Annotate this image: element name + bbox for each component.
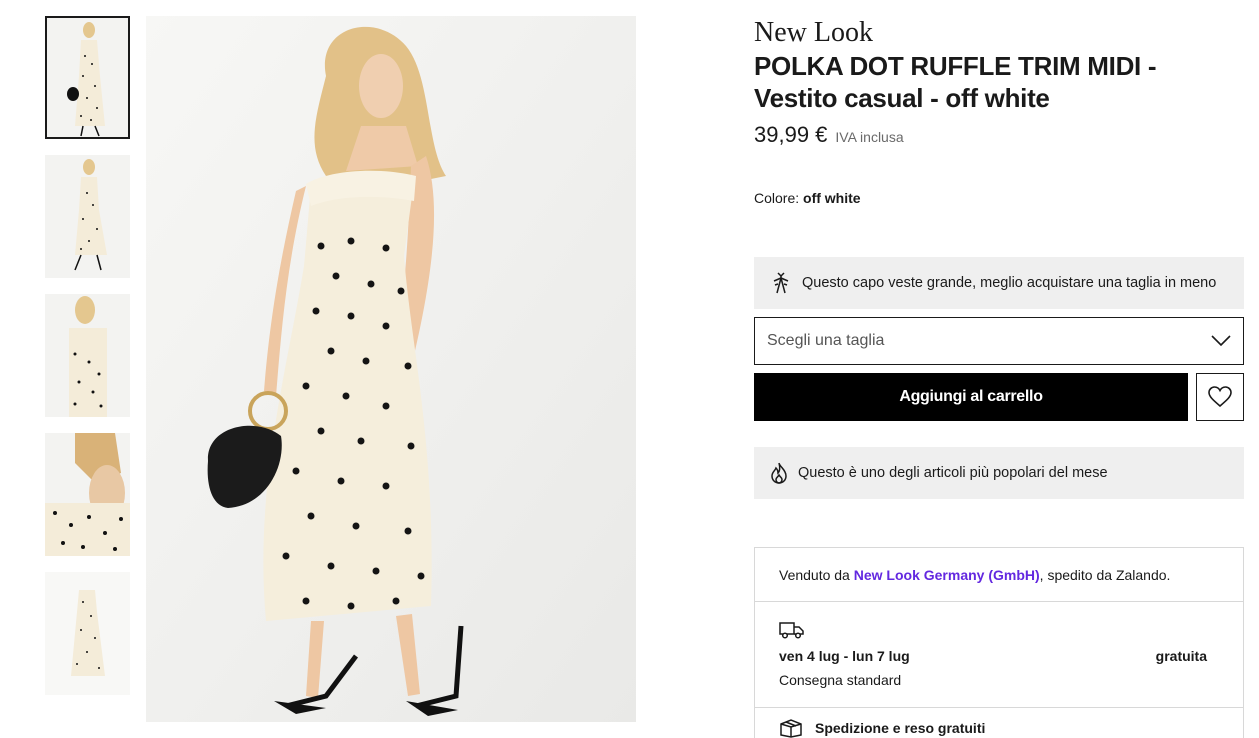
- thumbnail-4[interactable]: [45, 433, 130, 556]
- shipping-returns-row[interactable]: Spedizione e reso gratuiti: [755, 708, 1243, 738]
- seller-row: Venduto da New Look Germany (GmbH) , spe…: [755, 548, 1243, 602]
- price: 39,99 €: [754, 122, 828, 147]
- seller-link[interactable]: New Look Germany (GmbH): [854, 567, 1040, 583]
- thumbnail-3-image: [45, 294, 130, 417]
- seller-prefix: Venduto da: [779, 566, 854, 583]
- color-label: Colore:: [754, 190, 800, 206]
- fit-note-text: Questo capo veste grande, meglio acquist…: [802, 275, 1217, 291]
- thumbnail-5-image: [45, 572, 130, 695]
- thumbnail-1-image: [45, 16, 130, 139]
- product-info: New Look POLKA DOT RUFFLE TRIM MIDI - Ve…: [754, 16, 1244, 738]
- delivery-info: ven 4 lug - lun 7 lug gratuita Consegna …: [755, 602, 1243, 708]
- shipping-returns-text: Spedizione e reso gratuiti: [815, 720, 986, 736]
- thumbnail-1[interactable]: [45, 16, 130, 139]
- size-select-placeholder: Scegli una taglia: [767, 332, 885, 349]
- product-title-line-1: POLKA DOT RUFFLE TRIM MIDI -: [754, 51, 1157, 81]
- vat-note: IVA inclusa: [835, 129, 904, 145]
- thumbnail-2[interactable]: [45, 155, 130, 278]
- chevron-down-icon: [1211, 335, 1231, 347]
- product-title-line-2: Vestito casual - off white: [754, 83, 1050, 113]
- price-row: 39,99 € IVA inclusa: [754, 123, 1244, 147]
- delivery-cost: gratuita: [1155, 648, 1207, 664]
- thumbnail-5[interactable]: [45, 572, 130, 695]
- popular-note: Questo è uno degli articoli più popolari…: [754, 447, 1244, 499]
- thumbnail-3[interactable]: [45, 294, 130, 417]
- heart-icon: [1208, 386, 1232, 408]
- delivery-dates: ven 4 lug - lun 7 lug: [779, 648, 910, 664]
- wishlist-button[interactable]: [1196, 373, 1244, 421]
- seller-suffix: , spedito da Zalando.: [1039, 566, 1171, 583]
- brand-name[interactable]: New Look: [754, 16, 1244, 50]
- fit-note: Questo capo veste grande, meglio acquist…: [754, 257, 1244, 309]
- thumbnail-2-image: [45, 155, 130, 278]
- seller-delivery-box: Venduto da New Look Germany (GmbH) , spe…: [754, 547, 1244, 738]
- flame-icon: [768, 462, 790, 484]
- color-value: off white: [803, 190, 861, 206]
- product-title: POLKA DOT RUFFLE TRIM MIDI - Vestito cas…: [754, 50, 1244, 114]
- color-row: Colore: off white: [754, 190, 861, 206]
- add-to-cart-button[interactable]: Aggiungi al carrello: [754, 373, 1188, 421]
- size-fit-icon: [770, 272, 792, 294]
- truck-icon: [779, 622, 804, 639]
- main-product-image[interactable]: [146, 16, 636, 722]
- dress-photo: [146, 16, 636, 722]
- thumbnail-4-image: [45, 433, 130, 556]
- box-icon: [780, 719, 802, 738]
- delivery-method: Consegna standard: [779, 672, 902, 688]
- size-select[interactable]: Scegli una taglia: [754, 317, 1244, 365]
- popular-note-text: Questo è uno degli articoli più popolari…: [798, 465, 1108, 481]
